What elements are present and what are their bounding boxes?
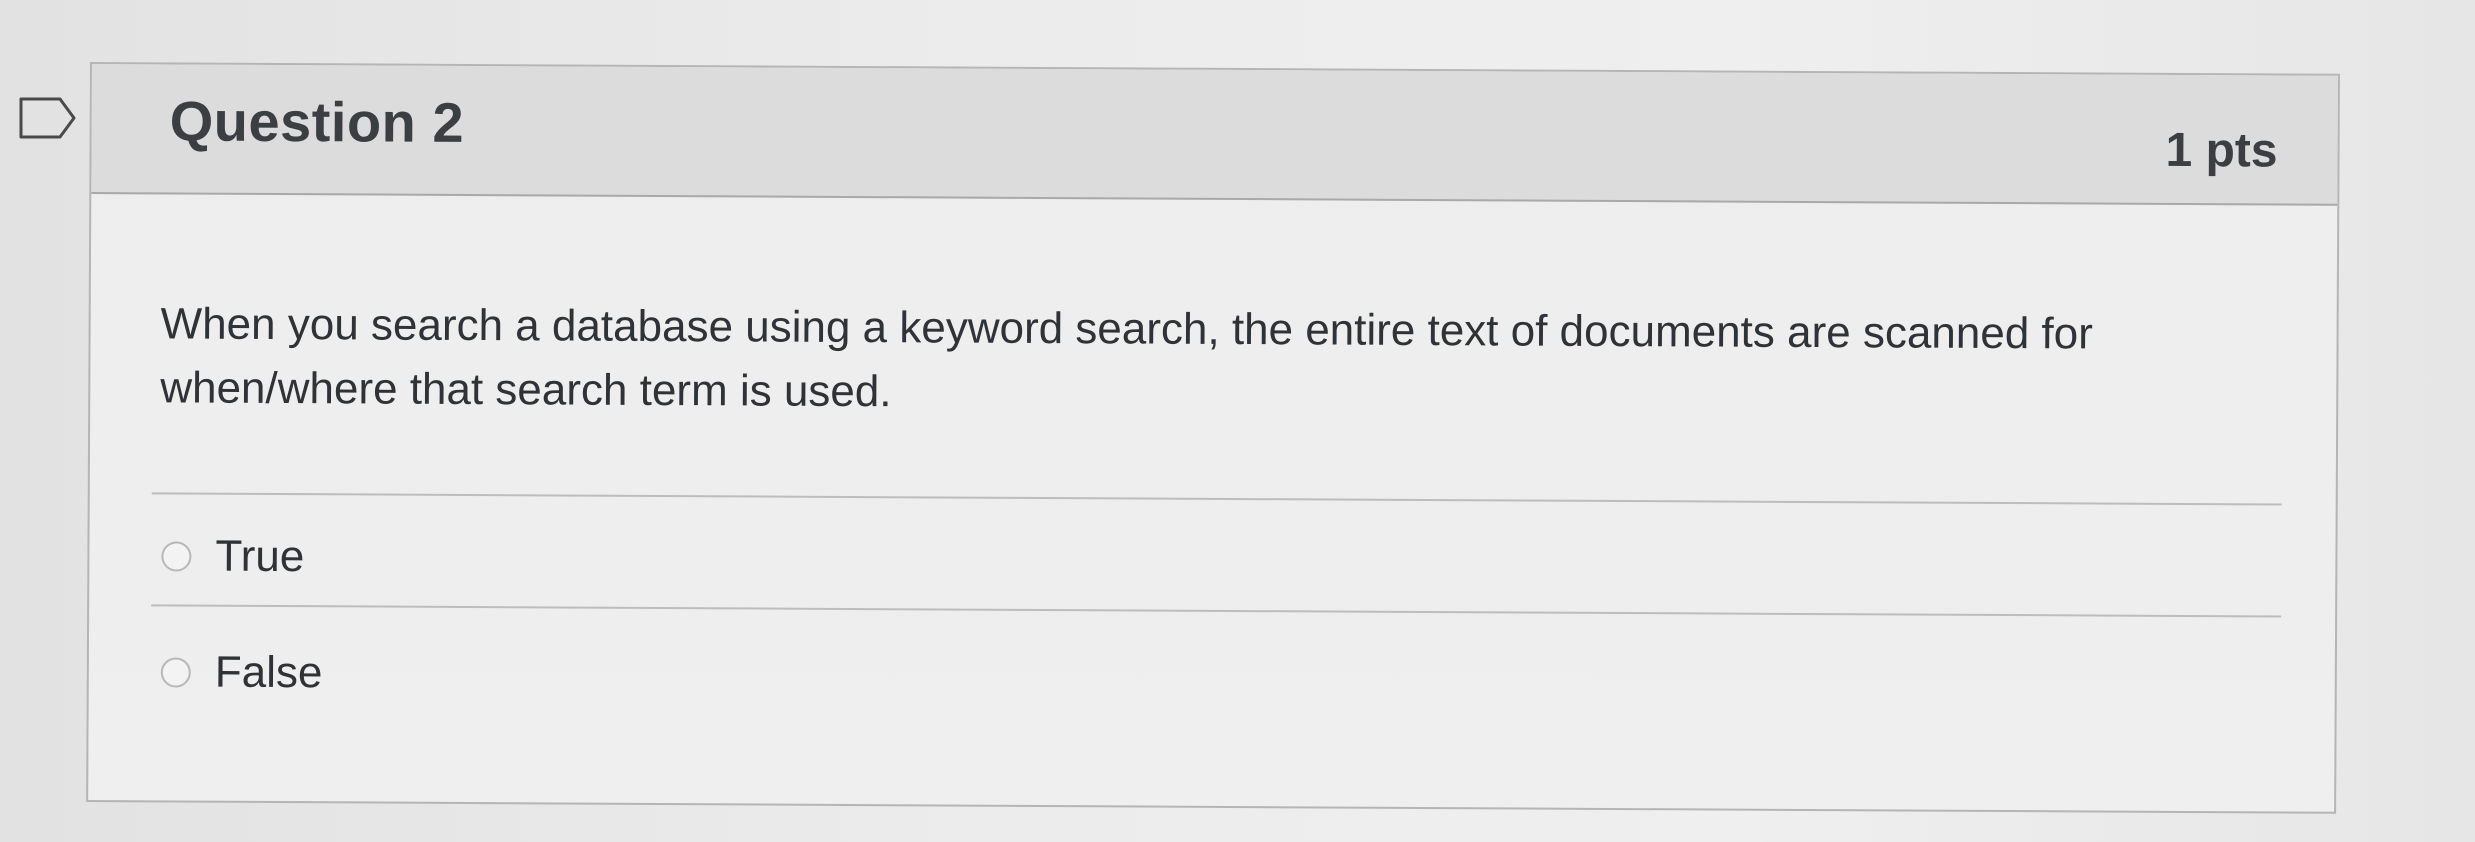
answer-divider	[151, 492, 2282, 506]
question-title: Question 2	[169, 89, 465, 154]
question-points: 1 pts	[2165, 123, 2278, 178]
answer-label-false: False	[214, 647, 323, 698]
answer-option-false[interactable]: False	[160, 642, 323, 703]
radio-button-true[interactable]	[161, 541, 192, 572]
answer-label-true: True	[215, 531, 305, 582]
radio-button-false[interactable]	[160, 657, 191, 688]
quiz-page: Question 2 1 pts When you search a datab…	[0, 0, 2475, 842]
answer-option-true[interactable]: True	[161, 526, 304, 587]
question-header: Question 2 1 pts	[91, 64, 2338, 206]
answer-divider	[151, 604, 2282, 618]
question-text: When you search a database using a keywo…	[160, 299, 2093, 417]
question-card: Question 2 1 pts When you search a datab…	[86, 62, 2340, 814]
flag-question-icon[interactable]	[18, 96, 78, 140]
